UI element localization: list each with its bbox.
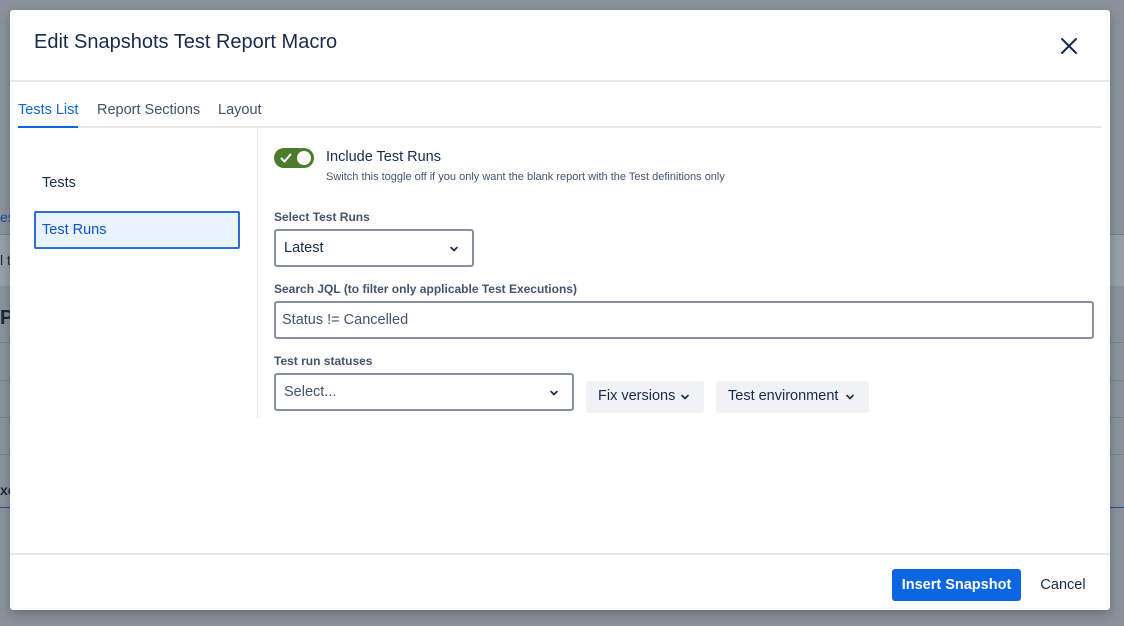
test-run-statuses-dropdown[interactable]: Select... xyxy=(274,373,574,411)
sidebar-item-test-runs[interactable]: Test Runs xyxy=(34,211,240,249)
select-test-runs-dropdown[interactable]: Latest xyxy=(274,229,474,267)
chevron-down-icon xyxy=(681,394,689,400)
tab-report-sections[interactable]: Report Sections xyxy=(97,102,200,126)
chevron-down-icon xyxy=(450,246,458,252)
test-run-statuses-label: Test run statuses xyxy=(274,354,373,368)
cancel-button[interactable]: Cancel xyxy=(1032,569,1094,601)
toggle-help-text: Switch this toggle off if you only want … xyxy=(326,171,725,183)
test-run-statuses-placeholder: Select... xyxy=(284,384,337,400)
search-jql-input[interactable] xyxy=(274,301,1094,339)
sidebar-item-tests[interactable]: Tests xyxy=(34,164,240,202)
dialog-footer: Insert Snapshot Cancel xyxy=(10,553,1110,612)
select-test-runs-value: Latest xyxy=(284,240,324,256)
toggle-knob xyxy=(297,151,311,165)
tab-layout[interactable]: Layout xyxy=(218,102,262,126)
sidebar: Tests Test Runs xyxy=(10,128,258,418)
insert-snapshot-button[interactable]: Insert Snapshot xyxy=(892,569,1021,601)
dialog-title: Edit Snapshots Test Report Macro xyxy=(34,31,338,53)
fix-versions-filter-button[interactable]: Fix versions xyxy=(586,381,704,413)
close-icon xyxy=(1061,38,1077,54)
tab-bar: Tests List Report Sections Layout xyxy=(18,100,1102,128)
checkmark-icon xyxy=(280,153,292,163)
tab-tests-list[interactable]: Tests List xyxy=(18,102,79,128)
test-environment-label: Test environment xyxy=(728,388,839,404)
test-environment-filter-button[interactable]: Test environment xyxy=(716,381,869,413)
test-runs-panel: Include Test Runs Switch this toggle off… xyxy=(274,128,1094,428)
toggle-label: Include Test Runs xyxy=(326,149,441,165)
chevron-down-icon xyxy=(550,390,558,396)
dialog-header: Edit Snapshots Test Report Macro xyxy=(10,10,1110,82)
select-test-runs-label: Select Test Runs xyxy=(274,210,370,224)
close-button[interactable] xyxy=(1056,33,1082,59)
include-test-runs-toggle[interactable] xyxy=(274,148,314,168)
chevron-down-icon xyxy=(846,394,854,400)
search-jql-label: Search JQL (to filter only applicable Te… xyxy=(274,282,577,296)
fix-versions-label: Fix versions xyxy=(598,388,676,404)
edit-macro-dialog: Edit Snapshots Test Report Macro Tests L… xyxy=(10,10,1110,610)
